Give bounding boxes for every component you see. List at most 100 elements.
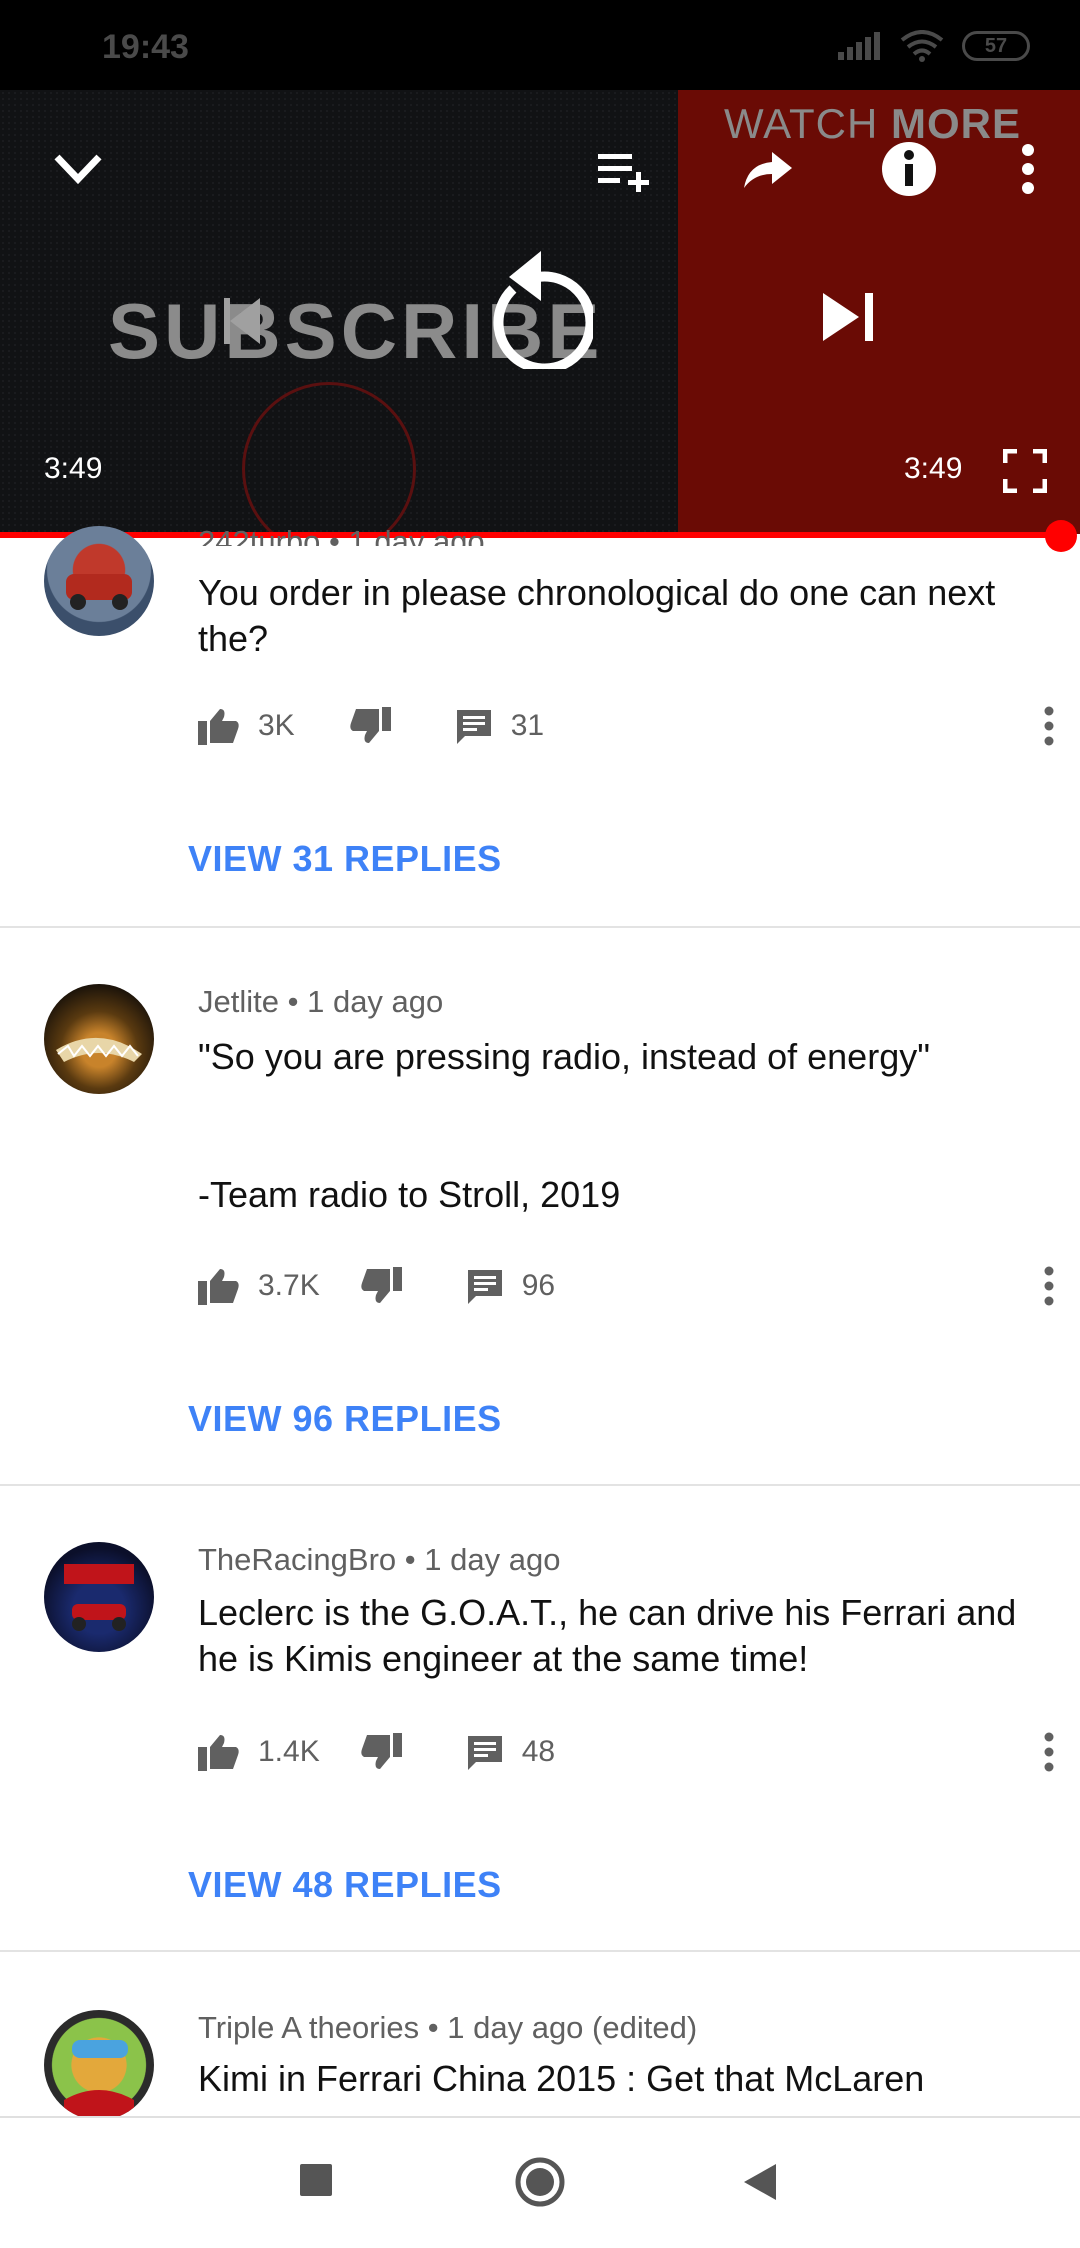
crocodile-avatar-image (56, 1037, 142, 1062)
info-icon (882, 142, 936, 196)
share-arrow-icon (744, 152, 792, 188)
comment-actions: 3.7K 96 (198, 1262, 1054, 1310)
like-count: 3.7K (258, 1269, 320, 1302)
comment-meta: TheRacingBro • 1 day ago (198, 1542, 561, 1577)
square-icon (300, 2164, 332, 2196)
home-circle-icon (515, 2157, 565, 2207)
thumbs-up-icon (198, 1735, 239, 1771)
more-vert-icon (1044, 1732, 1054, 1772)
view-replies-link[interactable]: VIEW 48 REPLIES (188, 1864, 502, 1906)
like-count: 3K (258, 709, 295, 742)
recents-button[interactable] (298, 2162, 334, 2203)
system-navigation-bar (0, 2116, 1080, 2248)
comment-author[interactable]: 242turbo (198, 524, 320, 546)
divider (0, 1484, 1080, 1486)
home-button[interactable] (514, 2156, 566, 2213)
previous-button[interactable] (216, 286, 272, 356)
reply-count: 48 (521, 1735, 556, 1768)
playlist-add-icon (598, 154, 649, 192)
skip-next-icon (823, 293, 873, 341)
player-menu-button[interactable] (1000, 138, 1056, 200)
replay-icon (493, 251, 593, 369)
comment-text: Kimi in Ferrari China 2015 : Get that Mc… (198, 2058, 925, 2099)
avatar[interactable] (44, 526, 154, 636)
trb-logo-avatar-image (64, 1564, 134, 1631)
thumbs-down-icon (361, 1733, 402, 1769)
comment-meta: 242turbo • 1 day ago (198, 524, 485, 546)
progress-bar[interactable] (0, 532, 1062, 538)
view-replies-link[interactable]: VIEW 96 REPLIES (188, 1398, 502, 1440)
status-time: 19:43 (102, 28, 189, 66)
like-count: 1.4K (258, 1735, 320, 1768)
comment-menu-button[interactable] (1044, 706, 1054, 746)
view-replies-link[interactable]: VIEW 31 REPLIES (188, 838, 502, 880)
comment-age: 1 day ago (348, 524, 485, 546)
comment-text: You order in please chronological do one… (198, 572, 996, 659)
signal-icon (838, 32, 880, 60)
thumbs-up-icon (198, 1269, 239, 1305)
avatar[interactable] (44, 1542, 154, 1652)
comment-text-line: -Team radio to Stroll, 2019 (198, 1174, 621, 1215)
status-bar: 19:43 57 (0, 0, 1080, 90)
comment-text: Leclerc is the G.O.A.T., he can drive hi… (198, 1592, 1017, 1679)
thumbs-up-icon (198, 709, 239, 745)
comment-bubble-icon (456, 710, 491, 744)
dislike-button[interactable] (349, 707, 391, 745)
like-button[interactable]: 1.4K (198, 1733, 320, 1771)
avatar[interactable] (44, 2010, 154, 2120)
like-button[interactable]: 3K (198, 707, 295, 745)
comment-bubble-icon (467, 1736, 502, 1770)
comment-author[interactable]: TheRacingBro (198, 1542, 396, 1577)
info-button[interactable] (878, 138, 940, 200)
replay-button[interactable] (478, 242, 598, 372)
comment-age: 1 day ago (424, 1542, 561, 1577)
cartoon-avatar-image (64, 2040, 134, 2120)
more-vert-icon (1044, 1266, 1054, 1306)
thumbs-down-icon (350, 707, 391, 743)
reply-button[interactable]: 48 (466, 1734, 555, 1770)
back-triangle-icon (744, 2164, 776, 2200)
battery-indicator: 57 (962, 31, 1030, 61)
avatar[interactable] (44, 984, 154, 1094)
comment-meta: Triple A theories • 1 day ago (edited) (198, 2010, 698, 2045)
wifi-icon (900, 30, 944, 62)
chevron-down-icon (54, 154, 102, 185)
reply-count: 96 (521, 1269, 556, 1302)
comment-actions: 1.4K 48 (198, 1728, 1054, 1776)
minimize-button[interactable] (48, 138, 108, 198)
add-to-playlist-button[interactable] (590, 140, 660, 200)
elapsed-time: 3:49 (44, 452, 103, 485)
like-button[interactable]: 3.7K (198, 1267, 320, 1305)
comment-age: 1 day ago (edited) (447, 2010, 698, 2045)
back-button[interactable] (742, 2162, 778, 2207)
comment-author[interactable]: Triple A theories (198, 2010, 419, 2045)
comment-age: 1 day ago (307, 984, 444, 1019)
comment-menu-button[interactable] (1044, 1266, 1054, 1306)
comment-bubble-icon (467, 1270, 502, 1304)
thumbs-down-icon (361, 1267, 402, 1303)
next-button[interactable] (815, 284, 881, 350)
comment-menu-button[interactable] (1044, 1732, 1054, 1772)
dislike-button[interactable] (360, 1267, 402, 1305)
fullscreen-icon (1003, 449, 1047, 493)
divider (0, 1950, 1080, 1952)
scrubber-handle[interactable] (1045, 520, 1077, 552)
comment-author[interactable]: Jetlite (198, 984, 279, 1019)
fullscreen-button[interactable] (998, 444, 1052, 498)
more-vert-icon (1044, 706, 1054, 746)
video-player[interactable]: WATCH MORE SUBSCRIBE 3:49 3:49 (0, 90, 1080, 534)
comment-text-line: "So you are pressing radio, instead of e… (198, 1036, 930, 1077)
total-duration: 3:49 (904, 452, 963, 485)
share-button[interactable] (735, 140, 801, 200)
comment-actions: 3K 31 (198, 702, 1054, 750)
skip-previous-icon (224, 298, 260, 344)
reply-count: 31 (510, 709, 545, 742)
comment-meta: Jetlite • 1 day ago (198, 984, 444, 1019)
reply-button[interactable]: 96 (466, 1268, 555, 1304)
dislike-button[interactable] (360, 1733, 402, 1771)
more-vert-icon (1022, 144, 1034, 194)
divider (0, 926, 1080, 928)
reply-button[interactable]: 31 (455, 708, 544, 744)
car-avatar-image (66, 574, 132, 610)
status-icons: 57 (838, 30, 1030, 62)
